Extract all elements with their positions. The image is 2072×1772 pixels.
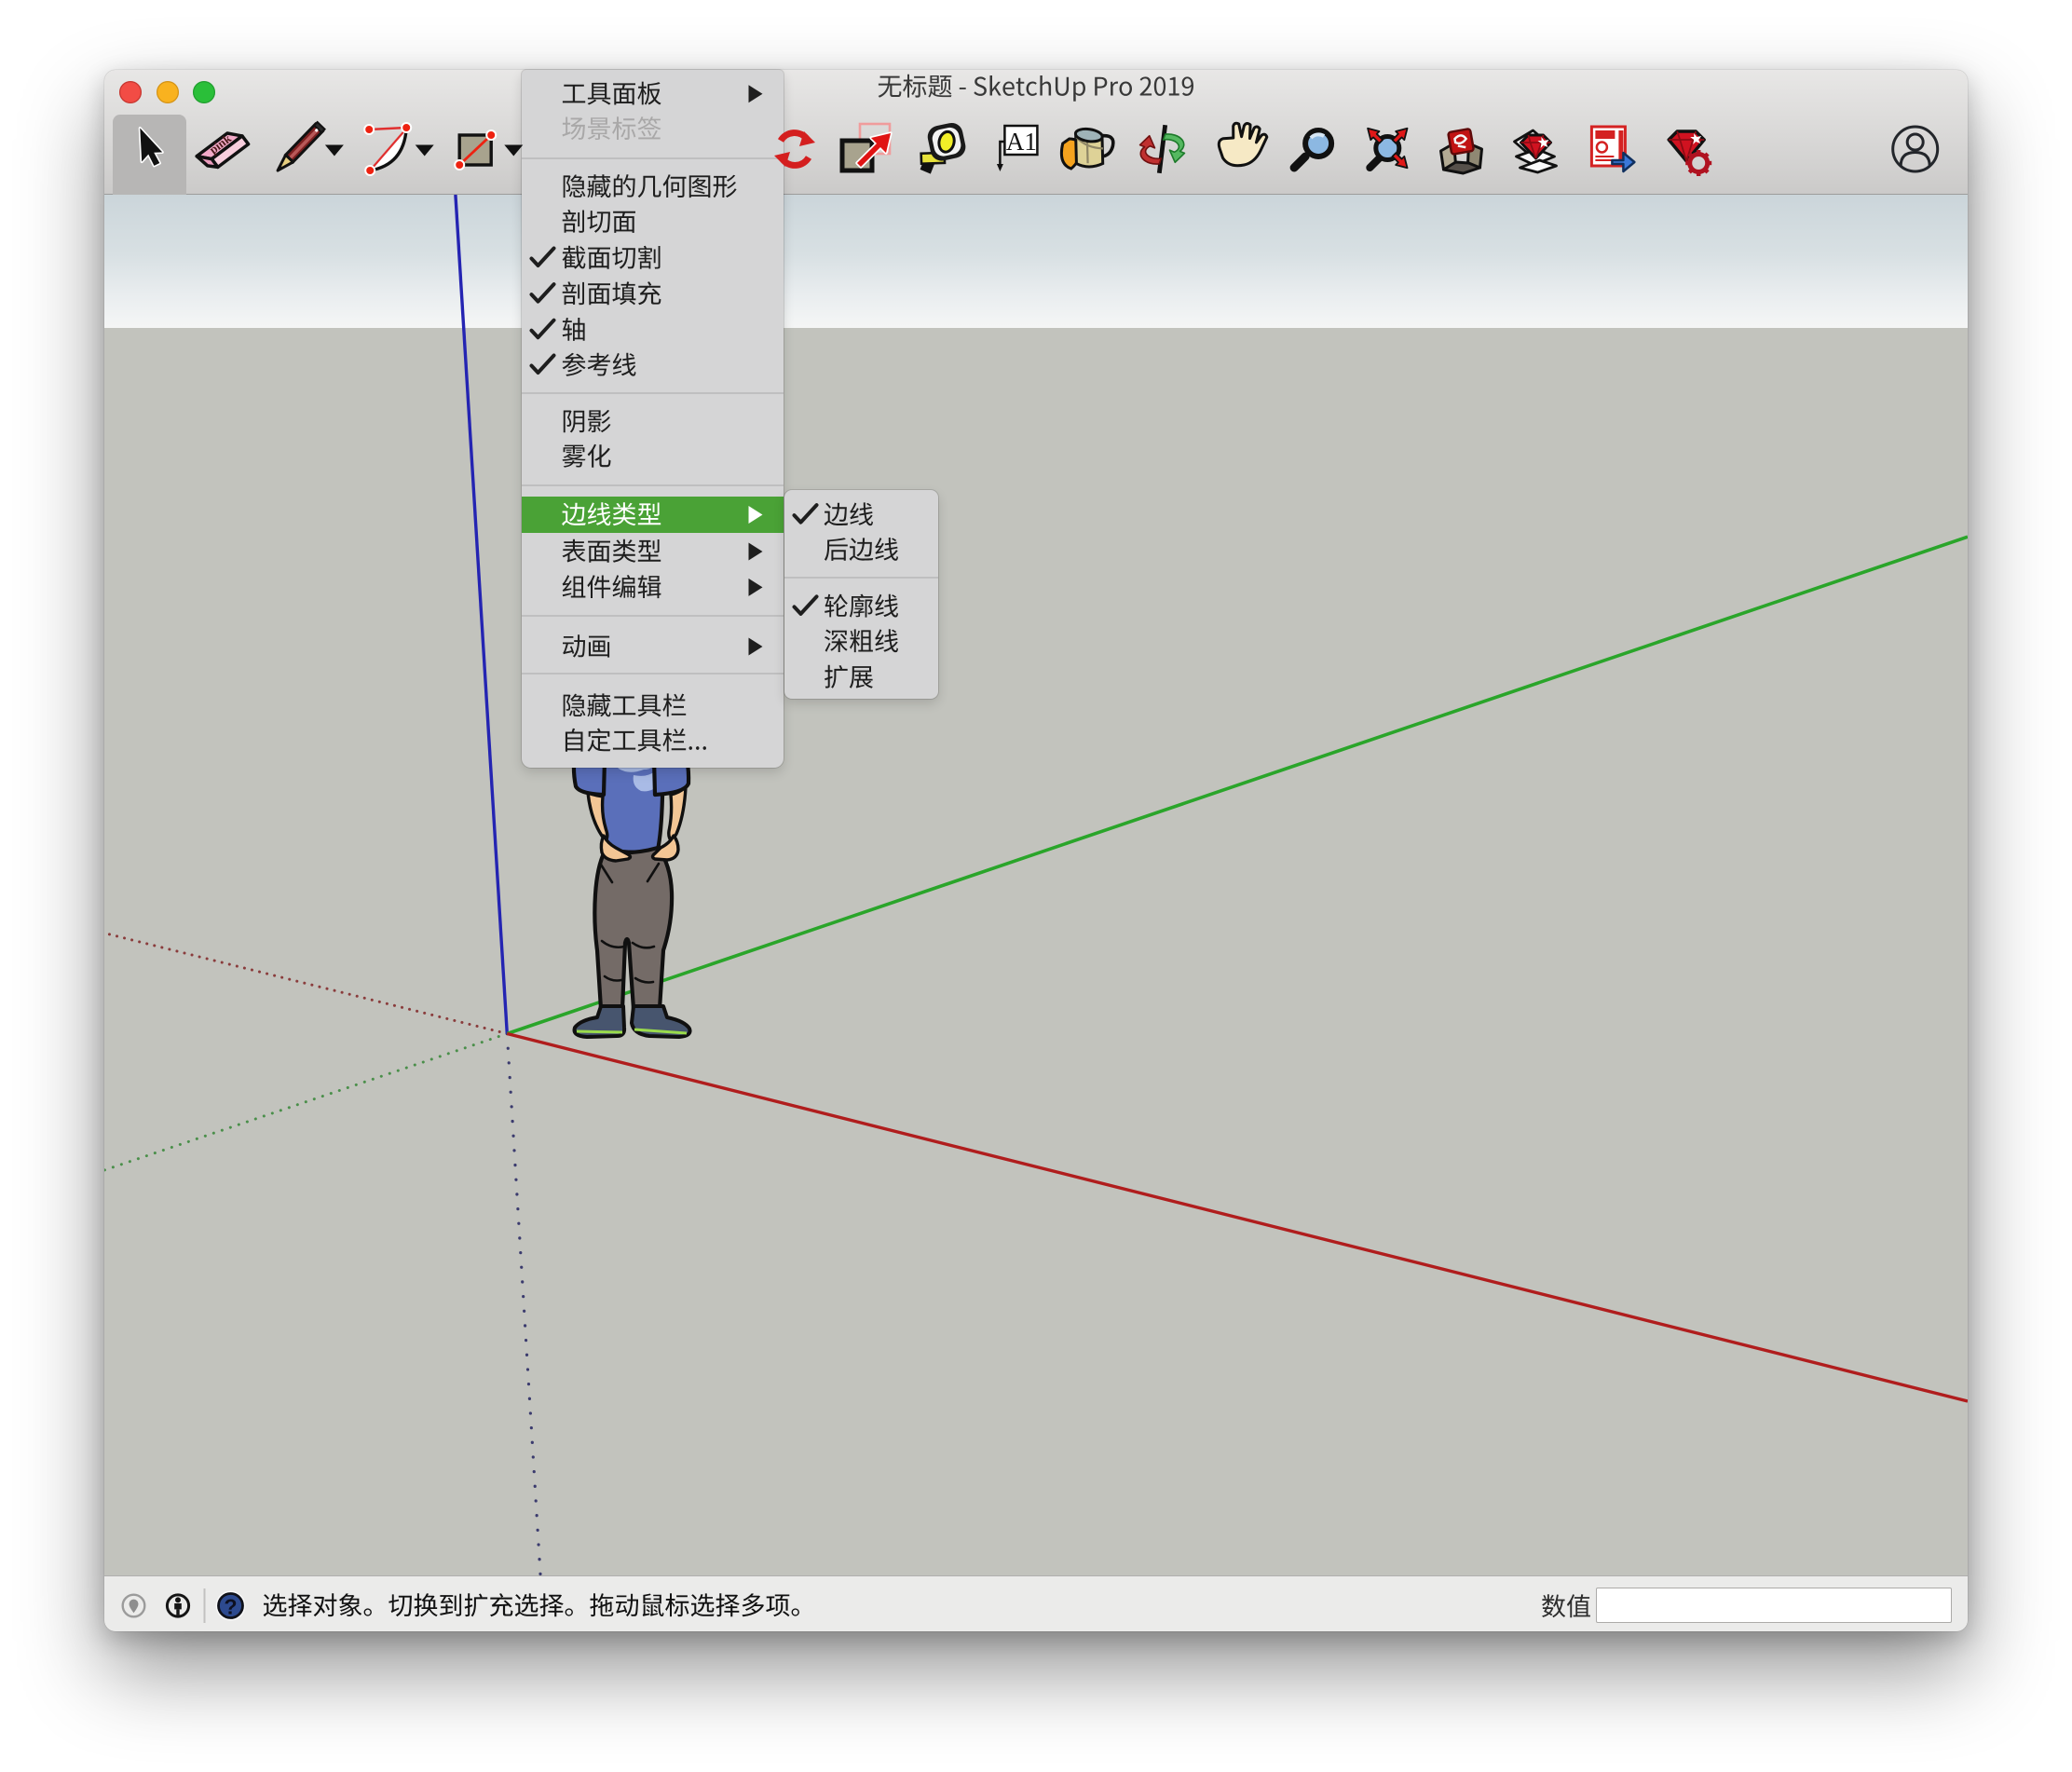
svg-text:A1: A1 — [1006, 128, 1037, 156]
svg-text:?: ? — [224, 1595, 237, 1619]
